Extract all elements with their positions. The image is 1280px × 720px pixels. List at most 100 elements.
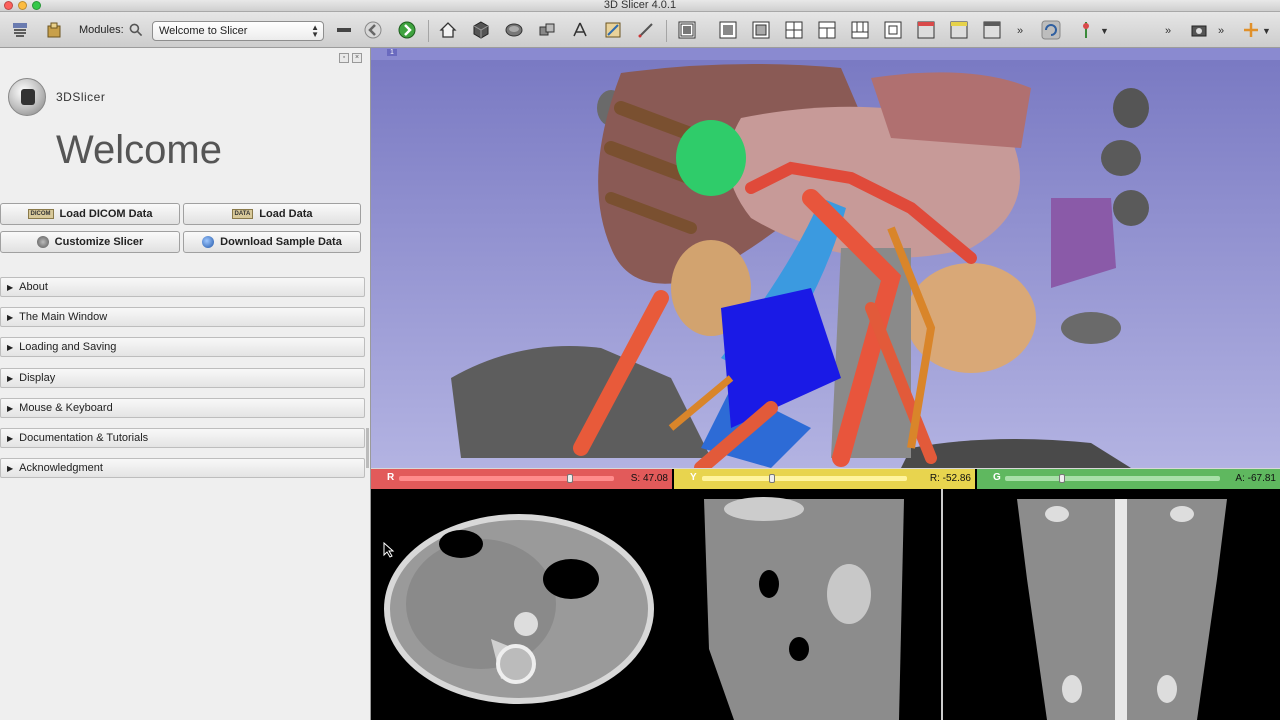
green-slice-letter: G — [993, 472, 1001, 483]
section-mouse-keyboard[interactable]: ▶ Mouse & Keyboard — [0, 398, 365, 418]
screenshot-icon[interactable] — [1188, 19, 1210, 41]
title-bar: 3D Slicer 4.0.1 — [0, 0, 1280, 12]
green-slice-controller[interactable]: G A: -67.81 — [977, 469, 1280, 489]
layout-yellow-slice-icon[interactable] — [948, 19, 970, 41]
dicom-icon: DICOM — [27, 209, 54, 219]
layout-compare-icon[interactable] — [849, 19, 871, 41]
slicer-logo — [8, 78, 46, 116]
layout-green-slice-icon[interactable] — [981, 19, 1003, 41]
load-dicom-label: Load DICOM Data — [59, 208, 153, 220]
models-icon[interactable] — [536, 19, 558, 41]
chevron-right-icon: ▶ — [7, 374, 14, 383]
toolbar-overflow-icon-3[interactable]: » — [1218, 25, 1224, 37]
layout-dual-icon[interactable] — [750, 19, 772, 41]
red-slice-slider-track[interactable] — [399, 476, 614, 481]
section-label: Display — [19, 372, 56, 384]
chevron-down-icon-2[interactable]: ▼ — [1262, 26, 1271, 36]
layout-four-up-icon[interactable] — [717, 19, 739, 41]
yellow-slice-slider-track[interactable] — [702, 476, 907, 481]
welcome-heading: Welcome — [56, 128, 222, 172]
yellow-slice-view[interactable]: Y R: -52.86 — [674, 469, 975, 720]
3d-view[interactable]: 1 — [371, 48, 1280, 468]
layout-red-slice-icon[interactable] — [915, 19, 937, 41]
red-slice-controller[interactable]: R S: 47.08 — [371, 469, 672, 489]
customize-slicer-label: Customize Slicer — [54, 236, 144, 248]
crosshair-icon[interactable] — [1075, 19, 1097, 41]
volume-icon[interactable] — [503, 19, 525, 41]
load-dicom-button[interactable]: DICOM Load DICOM Data — [0, 203, 180, 225]
data-icon-badge: DATA — [231, 209, 254, 219]
load-data-button[interactable]: DATA Load Data — [183, 203, 361, 225]
panel-controls: ▫ × — [339, 53, 362, 63]
download-sample-data-button[interactable]: Download Sample Data — [183, 231, 361, 253]
brand-name: 3DSlicer — [56, 90, 106, 104]
section-about[interactable]: ▶ About — [0, 277, 365, 297]
chevron-updown-icon: ▲ ▼ — [311, 23, 319, 39]
module-selector[interactable]: Welcome to Slicer ▲ ▼ — [152, 21, 324, 41]
editor-icon[interactable] — [602, 19, 624, 41]
chevron-right-icon: ▶ — [7, 464, 14, 473]
section-loading-saving[interactable]: ▶ Loading and Saving — [0, 337, 365, 357]
modules-label: Modules: — [79, 24, 124, 36]
cube-icon[interactable] — [470, 19, 492, 41]
gear-icon — [36, 236, 49, 248]
panel-splitter-handle[interactable] — [366, 428, 369, 468]
toolbar-overflow-icon[interactable]: » — [1017, 25, 1023, 37]
home-icon[interactable] — [437, 19, 459, 41]
back-icon[interactable] — [362, 19, 384, 41]
yellow-slice-letter: Y — [690, 472, 697, 483]
3d-anatomy-render — [451, 64, 1149, 468]
load-data-label: Load Data — [259, 208, 313, 220]
chevron-right-icon: ▶ — [7, 313, 14, 322]
mouse-mode-icon[interactable] — [1240, 19, 1262, 41]
section-display[interactable]: ▶ Display — [0, 368, 365, 388]
forward-icon[interactable] — [396, 19, 418, 41]
main-toolbar: Modules: Welcome to Slicer ▲ ▼ » ▼ » » ▼ — [0, 12, 1280, 48]
module-panel: ▫ × 3DSlicer Welcome DICOM Load DICOM Da… — [0, 48, 371, 720]
slicer-app-window: 3D Slicer 4.0.1 Modules: Welcome to Slic… — [0, 0, 1280, 720]
section-label: Documentation & Tutorials — [19, 432, 149, 444]
ruler-icon[interactable] — [635, 19, 657, 41]
section-main-window[interactable]: ▶ The Main Window — [0, 307, 365, 327]
layout-conventional-icon[interactable] — [676, 19, 698, 41]
coronal-ct-image — [1017, 499, 1227, 720]
sagittal-ct-image — [704, 489, 943, 720]
layout-single-icon[interactable] — [882, 19, 904, 41]
yellow-slice-offset: R: -52.86 — [929, 473, 971, 484]
transforms-icon[interactable] — [569, 19, 591, 41]
red-slice-view[interactable]: R S: 47.08 — [371, 469, 672, 720]
yellow-slice-controller[interactable]: Y R: -52.86 — [674, 469, 975, 489]
green-slice-view[interactable]: G A: -67.81 — [977, 469, 1280, 720]
layout-tabbed-icon[interactable] — [816, 19, 838, 41]
data-icon[interactable] — [9, 19, 31, 41]
section-label: The Main Window — [19, 311, 108, 323]
layout-grid-icon[interactable] — [783, 19, 805, 41]
section-label: Mouse & Keyboard — [19, 402, 113, 414]
slice-views: R S: 47.08 Y R: -52.86 G A: -67.81 — [371, 469, 1280, 720]
mouse-cursor-icon — [383, 542, 395, 558]
section-label: About — [19, 281, 48, 293]
search-icon[interactable] — [128, 19, 144, 41]
chevron-down-icon[interactable]: ▼ — [1100, 26, 1109, 36]
section-acknowledgment[interactable]: ▶ Acknowledgment — [0, 458, 365, 478]
toolbar-overflow-icon-2[interactable]: » — [1165, 25, 1171, 37]
chevron-right-icon: ▶ — [7, 283, 14, 292]
red-slice-slider-handle[interactable] — [567, 474, 573, 483]
rotate-view-icon[interactable] — [1040, 19, 1062, 41]
chevron-right-icon: ▶ — [7, 343, 14, 352]
section-label: Acknowledgment — [19, 462, 103, 474]
red-slice-offset: S: 47.08 — [630, 473, 668, 484]
customize-slicer-button[interactable]: Customize Slicer — [0, 231, 180, 253]
green-slice-slider-track[interactable] — [1005, 476, 1220, 481]
globe-icon — [202, 236, 215, 248]
minus-icon[interactable] — [333, 19, 355, 41]
section-documentation[interactable]: ▶ Documentation & Tutorials — [0, 428, 365, 448]
green-slice-slider-handle[interactable] — [1059, 474, 1065, 483]
red-slice-letter: R — [387, 472, 395, 483]
save-icon[interactable] — [43, 19, 65, 41]
chevron-right-icon: ▶ — [7, 404, 14, 413]
float-panel-icon[interactable]: ▫ — [339, 53, 349, 63]
close-panel-icon[interactable]: × — [352, 53, 362, 63]
yellow-slice-slider-handle[interactable] — [769, 474, 775, 483]
green-slice-offset: A: -67.81 — [1235, 473, 1276, 484]
